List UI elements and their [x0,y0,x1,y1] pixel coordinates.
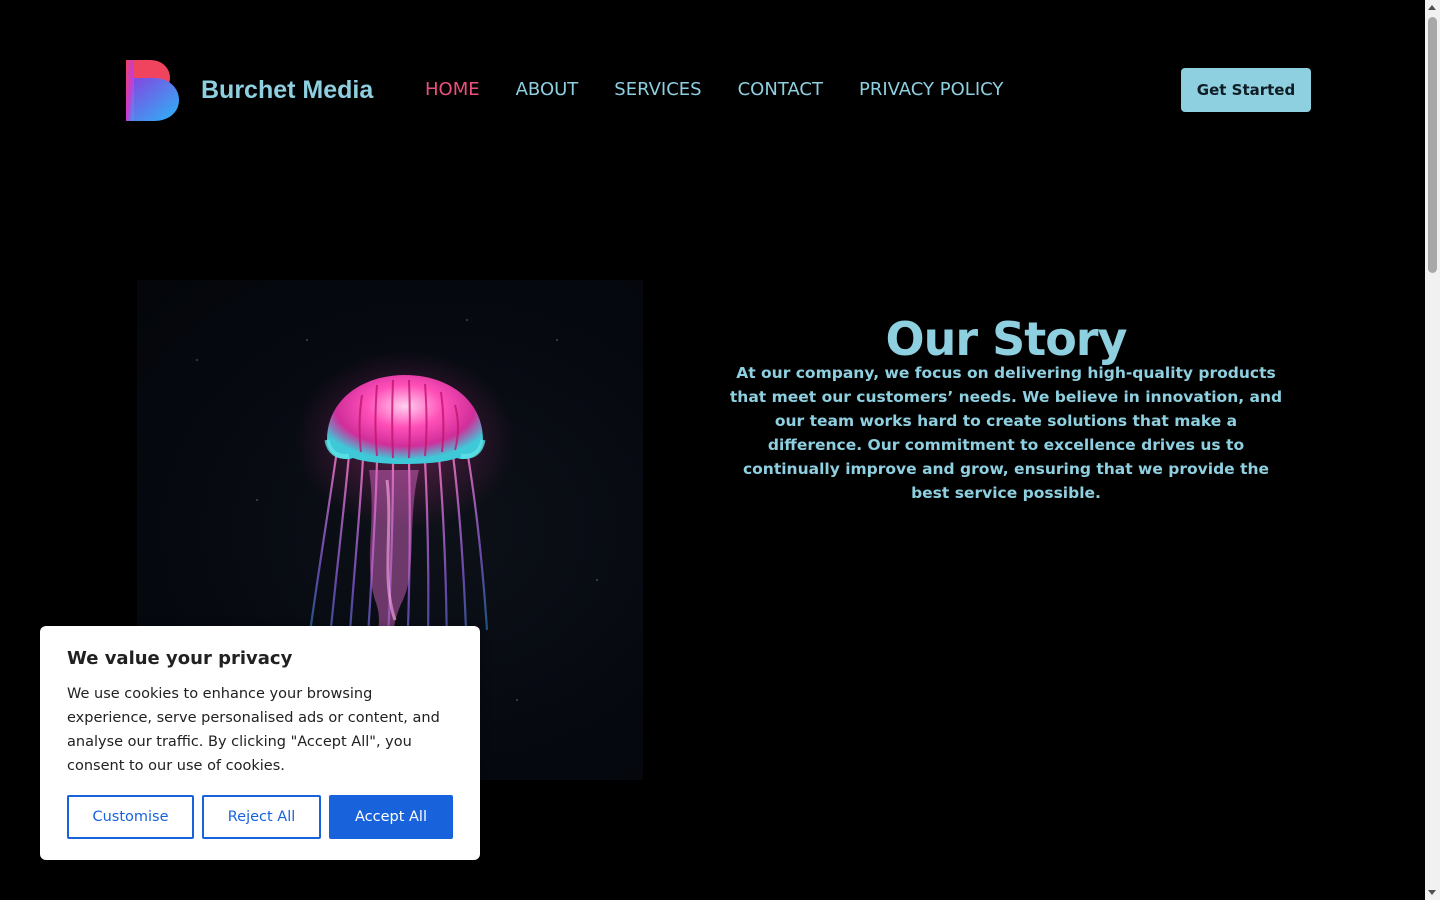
story-body: At our company, we focus on delivering h… [729,364,1283,502]
cookie-consent-banner: We value your privacy We use cookies to … [40,626,480,860]
customise-button[interactable]: Customise [67,795,194,839]
get-started-button[interactable]: Get Started [1181,68,1311,112]
scroll-thumb[interactable] [1428,17,1437,273]
cookie-text: We use cookies to enhance your browsing … [67,686,440,774]
scroll-down-icon[interactable] [1428,890,1436,895]
page: Burchet Media HOME ABOUT SERVICES CONTAC… [0,0,1425,900]
reject-all-button[interactable]: Reject All [202,795,321,839]
brand-logo-icon[interactable] [124,58,180,122]
cookie-title: We value your privacy [67,648,293,669]
main-nav: HOME ABOUT SERVICES CONTACT PRIVACY POLI… [425,78,1039,102]
scroll-up-icon[interactable] [1428,5,1436,10]
nav-about[interactable]: ABOUT [516,78,579,102]
nav-privacy-policy[interactable]: PRIVACY POLICY [859,78,1003,102]
nav-contact[interactable]: CONTACT [738,78,823,102]
vertical-scrollbar[interactable] [1425,0,1440,900]
story-title: Our Story [885,311,1128,366]
brand-name[interactable]: Burchet Media [201,74,373,106]
site-header: Burchet Media HOME ABOUT SERVICES CONTAC… [0,0,1425,180]
accept-all-button[interactable]: Accept All [329,795,453,839]
nav-services[interactable]: SERVICES [614,78,701,102]
nav-home[interactable]: HOME [425,78,480,102]
